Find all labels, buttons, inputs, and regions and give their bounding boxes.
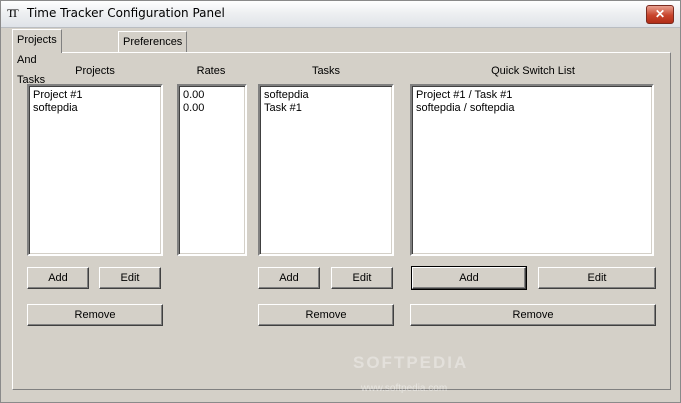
quick-switch-add-button[interactable]: Add [411,266,527,290]
projects-edit-button[interactable]: Edit [99,267,161,289]
list-item[interactable]: softepdia [264,89,388,102]
list-item[interactable]: Task #1 [264,102,388,115]
list-item[interactable]: softepdia / softepdia [416,102,648,115]
list-item[interactable]: softepdia [33,102,157,115]
quick-switch-label: Quick Switch List [491,65,575,77]
tasks-add-button[interactable]: Add [258,267,320,289]
watermark: SOFTPEDIA [353,353,469,372]
close-button[interactable]: ✕ [646,5,674,24]
projects-tasks-panel: Projects Project #1 softepdia Add Edit R… [12,52,671,394]
list-item[interactable]: 0.00 [183,89,241,102]
tab-projects-and-tasks[interactable]: Projects And Tasks [12,29,62,86]
projects-label: Projects [75,65,115,77]
rates-label: Rates [196,65,226,77]
rates-list[interactable]: 0.00 0.00 [177,84,247,256]
list-item[interactable]: 0.00 [183,102,241,115]
quick-switch-list[interactable]: Project #1 / Task #1 softepdia / softepd… [410,84,654,256]
tasks-remove-button[interactable]: Remove [258,304,394,326]
tasks-edit-button[interactable]: Edit [331,267,393,289]
quick-switch-remove-button[interactable]: Remove [410,304,656,326]
list-item[interactable]: Project #1 [33,89,157,102]
quick-switch-edit-button[interactable]: Edit [538,267,656,289]
watermark-url: www.softpedia.com [361,383,448,394]
projects-add-button[interactable]: Add [27,267,89,289]
title-bar[interactable]: TT Time Tracker Configuration Panel ✕ [1,1,680,28]
list-item[interactable]: Project #1 / Task #1 [416,89,648,102]
window-title: Time Tracker Configuration Panel [27,6,225,20]
projects-list[interactable]: Project #1 softepdia [27,84,163,256]
projects-remove-button[interactable]: Remove [27,304,163,326]
tasks-list[interactable]: softepdia Task #1 [258,84,394,256]
tasks-label: Tasks [311,65,341,77]
app-icon: TT [7,6,19,20]
close-icon: ✕ [654,7,666,21]
config-window: TT Time Tracker Configuration Panel ✕ Pr… [0,0,681,403]
tab-preferences[interactable]: Preferences [118,31,188,52]
